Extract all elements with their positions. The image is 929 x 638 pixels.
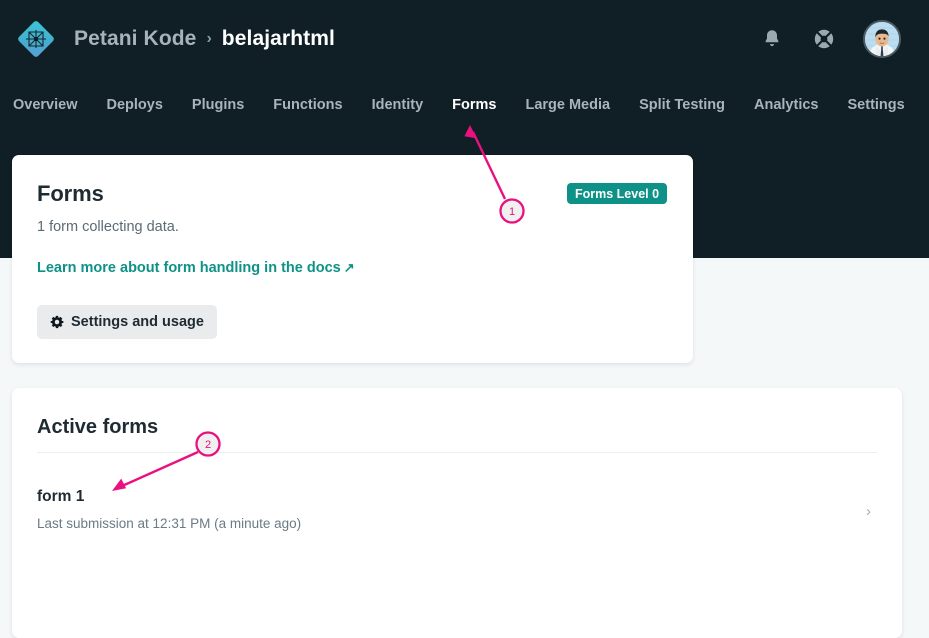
docs-link[interactable]: Learn more about form handling in the do… [37,260,355,276]
nav-item-analytics[interactable]: Analytics [754,97,818,113]
breadcrumb-site[interactable]: belajarhtml [222,27,335,51]
settings-and-usage-label: Settings and usage [71,314,204,330]
active-forms-title: Active forms [37,416,159,438]
chevron-right-icon[interactable]: › [866,504,871,519]
top-bar-actions [759,19,913,58]
settings-and-usage-button[interactable]: Settings and usage [37,305,217,339]
netlify-logo-icon[interactable] [16,19,56,59]
forms-level-badge: Forms Level 0 [567,183,668,204]
gear-icon [50,315,64,329]
nav-item-large-media[interactable]: Large Media [525,97,610,113]
external-link-icon: ↗ [343,260,355,275]
nav-item-settings[interactable]: Settings [848,97,905,113]
breadcrumb-team[interactable]: Petani Kode [74,27,196,51]
nav-item-split-testing[interactable]: Split Testing [639,97,725,113]
nav-item-forms[interactable]: Forms [452,97,496,113]
help-support-icon[interactable] [811,26,837,52]
docs-link-label: Learn more about form handling in the do… [37,260,341,276]
nav-item-deploys[interactable]: Deploys [107,97,163,113]
user-avatar[interactable] [863,19,901,58]
breadcrumb: Petani Kode › belajarhtml [74,27,759,51]
breadcrumb-separator-icon: › [206,29,212,47]
page-title: Forms [37,181,104,206]
top-bar: Petani Kode › belajarhtml [0,0,929,77]
nav-item-functions[interactable]: Functions [273,97,342,113]
form-list-item[interactable]: form 1 Last submission at 12:31 PM (a mi… [37,488,877,536]
form-name: form 1 [37,488,85,505]
main-nav: Overview Deploys Plugins Functions Ident… [0,86,929,124]
nav-item-identity[interactable]: Identity [372,97,424,113]
app-root: Petani Kode › belajarhtml Overview Deplo… [0,0,929,638]
nav-item-overview[interactable]: Overview [13,97,78,113]
forms-subtitle: 1 form collecting data. [37,219,179,235]
form-last-submission: Last submission at 12:31 PM (a minute ag… [37,516,302,531]
bell-icon[interactable] [759,26,785,52]
active-forms-divider [37,452,877,453]
nav-item-plugins[interactable]: Plugins [192,97,244,113]
